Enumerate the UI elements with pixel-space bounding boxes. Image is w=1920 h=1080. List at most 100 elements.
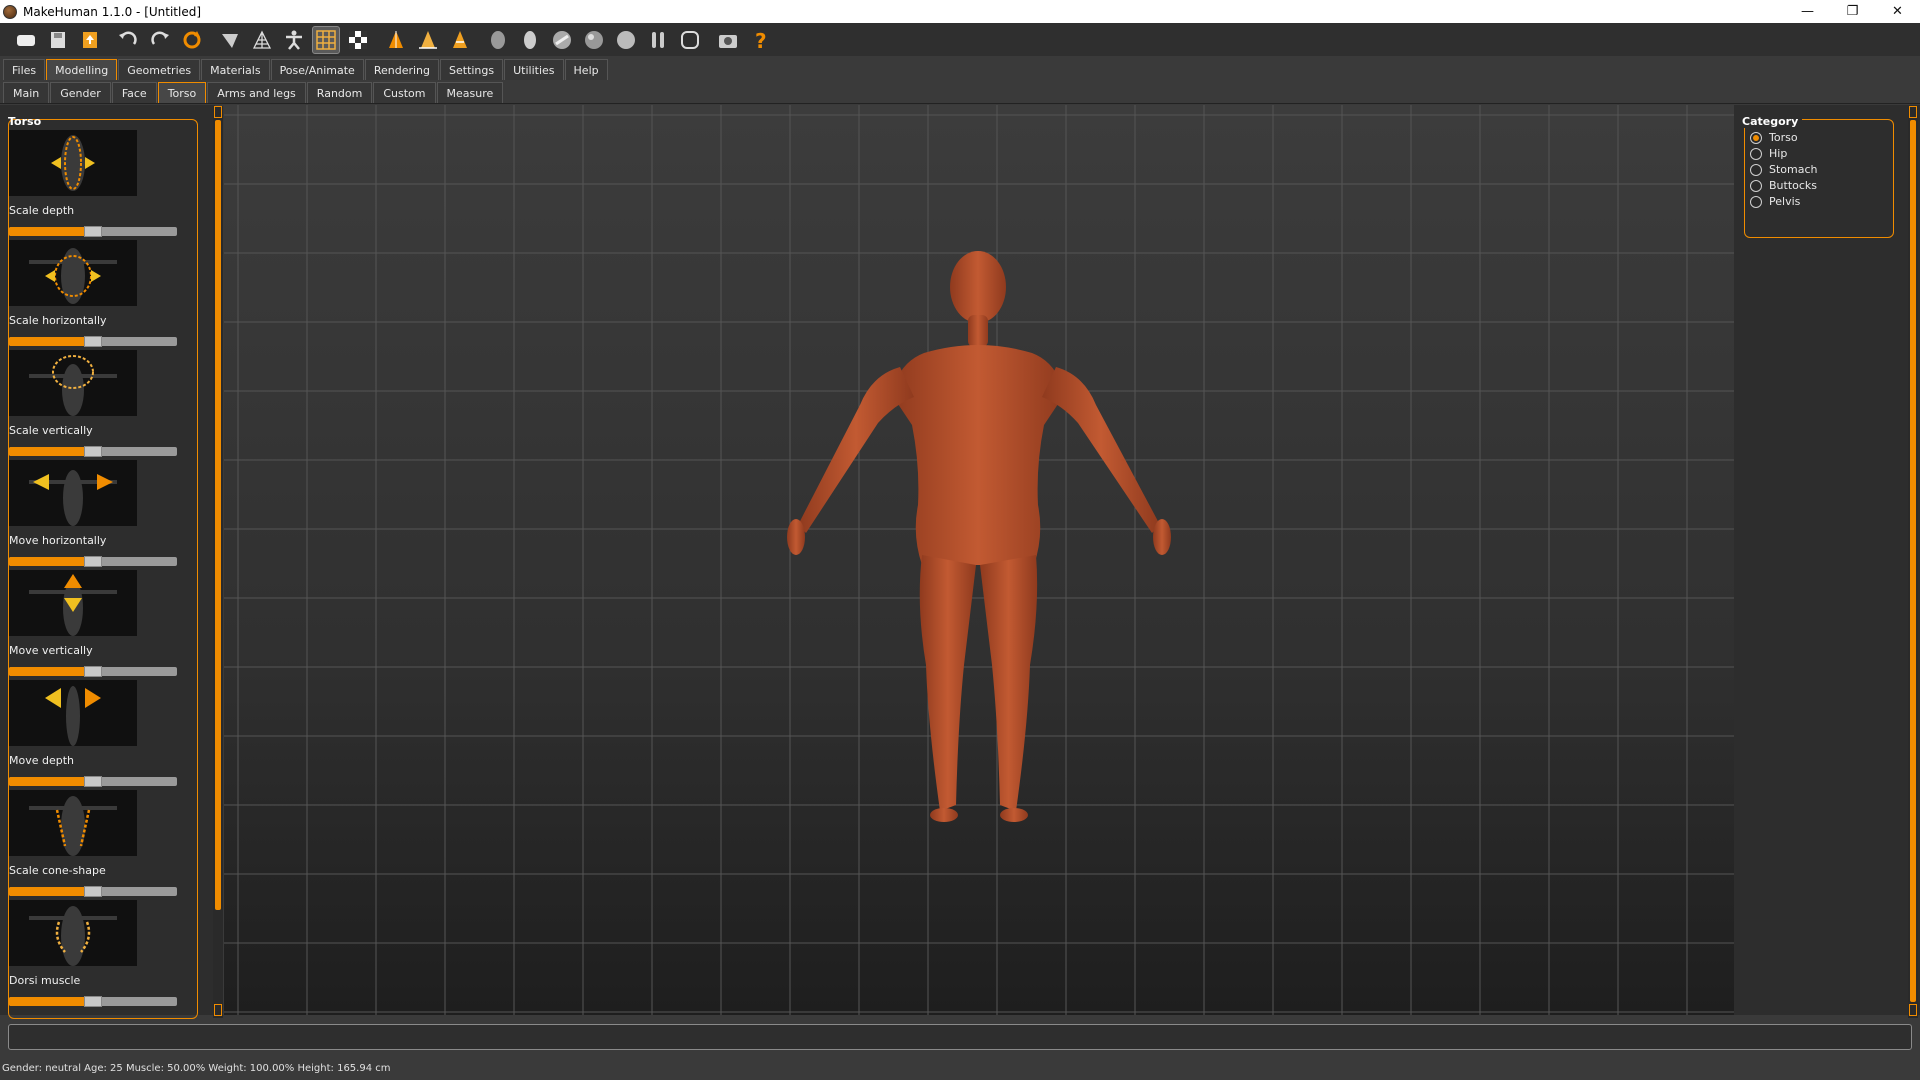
scroll-down-arrow-icon[interactable] [1909, 1004, 1917, 1016]
radio-label: Stomach [1769, 163, 1818, 176]
scrollbar-thumb[interactable] [1910, 120, 1916, 1002]
tab-files[interactable]: Files [3, 59, 46, 80]
slider-label: Scale vertically [9, 424, 93, 437]
ellipse-icon[interactable] [516, 26, 544, 54]
close-button[interactable]: ✕ [1875, 0, 1920, 23]
sub-tab-bar: Main Gender Face Torso Arms and legs Ran… [0, 80, 1920, 104]
tab-materials[interactable]: Materials [201, 59, 270, 80]
dorsi-muscle-preview-icon [9, 900, 137, 966]
radio-empty-icon[interactable] [1750, 179, 1762, 192]
tab-help[interactable]: Help [564, 59, 608, 80]
subtab-face[interactable]: Face [111, 82, 157, 103]
slider-label: Dorsi muscle [9, 974, 81, 987]
title-bar: MakeHuman 1.1.0 - [Untitled] — ❐ ✕ [0, 0, 1920, 23]
help-icon[interactable]: ? [746, 26, 774, 54]
scale-horizontally-preview-icon [9, 240, 137, 306]
radio-label: Hip [1769, 147, 1788, 160]
scale-horizontally-slider[interactable] [9, 336, 177, 347]
shaded-icon[interactable] [548, 26, 576, 54]
right-panel-scrollbar[interactable] [1908, 106, 1918, 1018]
panel-title: Torso [8, 115, 42, 128]
scroll-up-arrow-icon[interactable] [214, 106, 222, 118]
smooth-icon[interactable] [216, 26, 244, 54]
scale-cone-shape-slider[interactable] [9, 886, 177, 897]
app-logo-icon [3, 4, 17, 19]
wireframe-icon[interactable] [248, 26, 276, 54]
tab-modelling[interactable]: Modelling [46, 59, 118, 80]
torso-slider-panel: Torso Scale depth Scale horizontally Sca… [0, 105, 215, 1019]
radio-selected-icon[interactable] [1750, 131, 1762, 144]
tab-settings[interactable]: Settings [440, 59, 504, 80]
radio-label: Buttocks [1769, 179, 1818, 192]
tab-rendering[interactable]: Rendering [364, 59, 439, 80]
radio-buttocks[interactable]: Buttocks [1750, 179, 1817, 192]
camera-icon[interactable] [714, 26, 742, 54]
subtab-random[interactable]: Random [306, 82, 373, 103]
radio-torso[interactable]: Torso [1750, 131, 1798, 144]
tab-geometries[interactable]: Geometries [118, 59, 201, 80]
file-icon[interactable] [12, 26, 40, 54]
restore-button[interactable]: ❐ [1830, 0, 1875, 23]
dorsi-muscle-slider[interactable] [9, 996, 177, 1007]
scroll-up-arrow-icon[interactable] [1909, 106, 1917, 118]
side-view-icon[interactable] [446, 26, 474, 54]
scale-vertically-slider[interactable] [9, 446, 177, 457]
minimize-button[interactable]: — [1785, 0, 1830, 23]
radio-stomach[interactable]: Stomach [1750, 163, 1818, 176]
move-vertically-slider[interactable] [9, 666, 177, 677]
pose-icon[interactable] [280, 26, 308, 54]
checker-icon[interactable] [344, 26, 372, 54]
subtab-torso[interactable]: Torso [157, 82, 207, 103]
reset-icon[interactable] [178, 26, 206, 54]
slider-scale-horizontally: Scale horizontally [9, 240, 179, 347]
scale-depth-slider[interactable] [9, 226, 177, 237]
radio-pelvis[interactable]: Pelvis [1750, 195, 1800, 208]
slider-label: Scale cone-shape [9, 864, 106, 877]
front-view-icon[interactable] [382, 26, 410, 54]
move-horizontally-slider[interactable] [9, 556, 177, 567]
slider-scale-vertically: Scale vertically [9, 350, 179, 457]
3d-viewport[interactable] [224, 105, 1734, 1015]
subtab-measure[interactable]: Measure [436, 82, 504, 103]
slider-label: Move depth [9, 754, 75, 767]
scrollbar-thumb[interactable] [215, 120, 221, 910]
status-bar: Gender: neutral Age: 25 Muscle: 50.00% W… [2, 1063, 391, 1074]
lasso-icon[interactable] [676, 26, 704, 54]
export-icon[interactable] [76, 26, 104, 54]
slider-label: Scale horizontally [9, 314, 107, 327]
left-panel-scrollbar[interactable] [213, 106, 223, 1018]
radio-label: Pelvis [1769, 195, 1801, 208]
human-model[interactable] [224, 105, 1734, 1015]
subtab-main[interactable]: Main [3, 82, 50, 103]
radio-hip[interactable]: Hip [1750, 147, 1787, 160]
radio-empty-icon[interactable] [1750, 195, 1762, 208]
subtab-gender[interactable]: Gender [50, 82, 111, 103]
subtab-custom[interactable]: Custom [373, 82, 436, 103]
scale-cone-shape-preview-icon [9, 790, 137, 856]
svg-text:?: ? [755, 29, 767, 52]
slider-label: Move vertically [9, 644, 93, 657]
head-icon[interactable] [484, 26, 512, 54]
sphere-icon[interactable] [580, 26, 608, 54]
scroll-down-arrow-icon[interactable] [214, 1004, 222, 1016]
radio-empty-icon[interactable] [1750, 147, 1762, 160]
subtab-arms-and-legs[interactable]: Arms and legs [207, 82, 306, 103]
undo-icon[interactable] [114, 26, 142, 54]
slider-dorsi-muscle: Dorsi muscle [9, 900, 179, 1007]
tab-utilities[interactable]: Utilities [504, 59, 564, 80]
body-icon[interactable] [644, 26, 672, 54]
save-icon[interactable] [44, 26, 72, 54]
category-panel: Category Torso Hip Stomach Buttocks Pelv… [1734, 105, 1920, 1015]
redo-icon[interactable] [146, 26, 174, 54]
grid-icon[interactable] [312, 25, 340, 54]
scale-vertically-preview-icon [9, 350, 137, 416]
solid-icon[interactable] [612, 26, 640, 54]
command-input[interactable] [8, 1024, 1912, 1050]
move-depth-slider[interactable] [9, 776, 177, 787]
radio-empty-icon[interactable] [1750, 163, 1762, 176]
tab-pose-animate[interactable]: Pose/Animate [270, 59, 364, 80]
back-view-icon[interactable] [414, 26, 442, 54]
toolbar: ? [0, 23, 1920, 56]
slider-move-depth: Move depth [9, 680, 179, 787]
move-horizontally-preview-icon [9, 460, 137, 526]
